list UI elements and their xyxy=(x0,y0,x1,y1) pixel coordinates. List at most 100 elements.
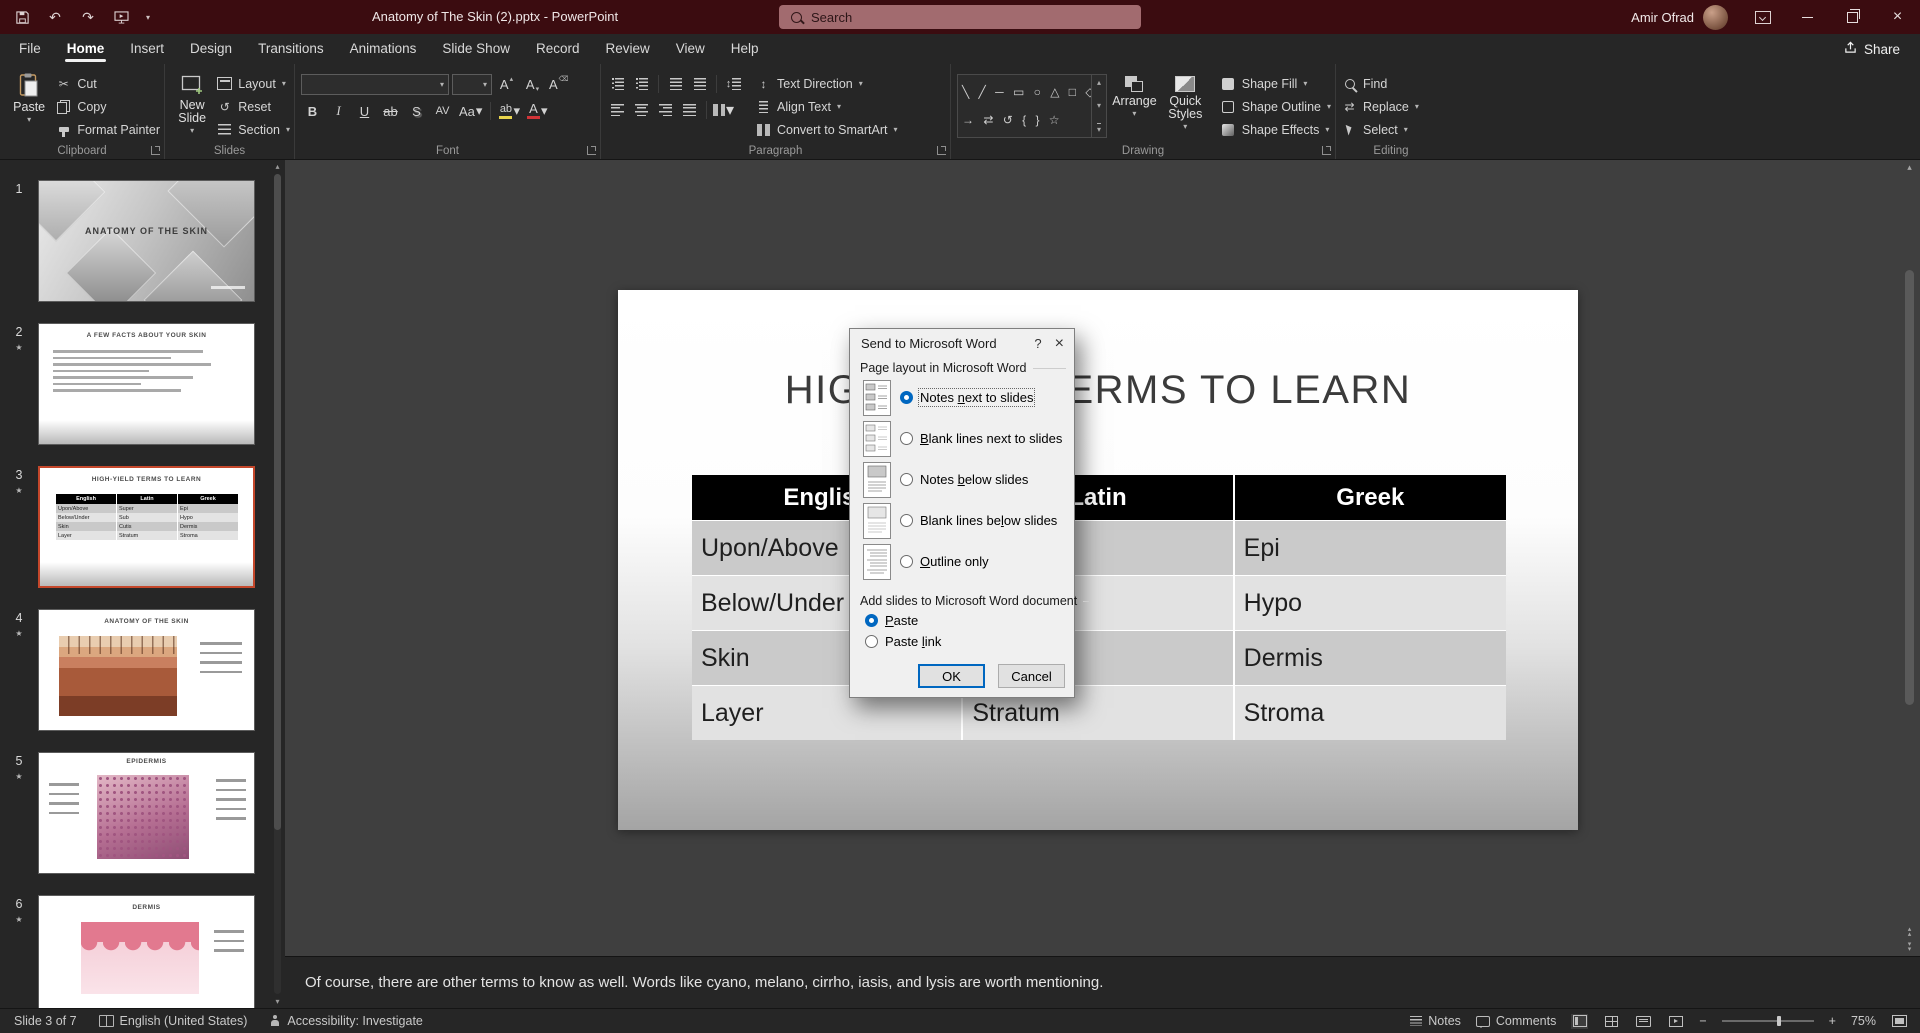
close-button[interactable]: × xyxy=(1875,0,1920,34)
font-name-combo[interactable]: ▾ xyxy=(301,74,449,95)
table-cell[interactable]: Dermis xyxy=(1235,630,1506,685)
thumbnails-scrollbar[interactable]: ▴ ▾ xyxy=(271,162,284,1006)
shrink-font-button[interactable]: A▾ xyxy=(521,75,544,95)
notes-pane[interactable]: Of course, there are other terms to know… xyxy=(285,956,1920,1008)
table-cell[interactable]: Stroma xyxy=(1235,685,1506,740)
reset-button[interactable]: ↺ Reset xyxy=(217,97,290,116)
scroll-up-icon[interactable]: ▴ xyxy=(1907,162,1912,173)
dialog-help-button[interactable]: ? xyxy=(1034,336,1041,351)
radio-label[interactable]: Paste link xyxy=(885,634,941,649)
gallery-more-icon[interactable]: ▾ xyxy=(1097,123,1101,134)
font-size-combo[interactable]: ▾ xyxy=(452,74,492,95)
layout-button[interactable]: Layout ▾ xyxy=(217,74,290,93)
replace-button[interactable]: ⇄ Replace ▾ xyxy=(1342,97,1419,116)
new-slide-button[interactable]: New Slide ▾ xyxy=(171,68,213,143)
notes-toggle-button[interactable]: Notes xyxy=(1410,1014,1461,1028)
text-direction-button[interactable]: ↕ Text Direction ▾ xyxy=(756,74,897,93)
shape-fill-button[interactable]: Shape Fill ▾ xyxy=(1221,74,1331,93)
zoom-slider-knob[interactable] xyxy=(1777,1016,1781,1026)
ribbon-display-options-button[interactable] xyxy=(1740,0,1785,34)
radio-label[interactable]: Blank lines below slides xyxy=(920,513,1057,528)
radio-blank-lines-below-slides[interactable] xyxy=(900,514,913,527)
convert-to-smartart-button[interactable]: Convert to SmartArt ▾ xyxy=(756,120,897,139)
clipboard-dialog-launcher-icon[interactable] xyxy=(151,146,160,155)
bold-button[interactable]: B xyxy=(301,101,324,121)
tab-design[interactable]: Design xyxy=(177,34,245,64)
table-header-cell[interactable]: Greek xyxy=(1235,475,1506,520)
option-outline-only[interactable]: Outline only xyxy=(863,541,1074,582)
customize-qat-chevron-icon[interactable]: ▾ xyxy=(146,13,150,22)
thumbnail-slide-6[interactable]: 6★ DERMIS xyxy=(0,895,285,1008)
font-dialog-launcher-icon[interactable] xyxy=(587,146,596,155)
align-center-button[interactable] xyxy=(631,100,652,120)
numbering-button[interactable] xyxy=(631,74,652,94)
decrease-indent-button[interactable] xyxy=(665,74,686,94)
canvas-scrollbar[interactable]: ▴ ▴▴ ▾▾ xyxy=(1902,162,1917,952)
slide-6-thumbnail[interactable]: DERMIS xyxy=(38,895,255,1008)
zoom-level[interactable]: 75% xyxy=(1851,1014,1876,1028)
current-slide[interactable]: HIGH-YIELD TERMS TO LEARN English Latin … xyxy=(618,290,1578,830)
underline-button[interactable]: U xyxy=(353,101,376,121)
next-slide-button[interactable]: ▾▾ xyxy=(1908,942,1912,952)
align-right-button[interactable] xyxy=(655,100,676,120)
thumbnail-slide-2[interactable]: 2★ A FEW FACTS ABOUT YOUR SKIN xyxy=(0,323,285,445)
reading-view-button[interactable] xyxy=(1635,1014,1652,1029)
notes-text[interactable]: Of course, there are other terms to know… xyxy=(305,974,1103,991)
share-button[interactable]: Share xyxy=(1844,41,1900,57)
slide-4-thumbnail[interactable]: ANATOMY OF THE SKIN xyxy=(38,609,255,731)
accessibility-button[interactable]: Accessibility: Investigate xyxy=(269,1014,422,1028)
thumbnail-slide-5[interactable]: 5★ EPIDERMIS xyxy=(0,752,285,874)
tab-help[interactable]: Help xyxy=(718,34,772,64)
format-painter-button[interactable]: Format Painter xyxy=(56,120,160,139)
dialog-titlebar[interactable]: Send to Microsoft Word ? × xyxy=(850,329,1074,353)
option-paste[interactable]: Paste xyxy=(865,612,1074,629)
zoom-in-button[interactable]: + xyxy=(1829,1014,1836,1028)
scroll-down-icon[interactable]: ▾ xyxy=(1097,101,1101,110)
tab-file[interactable]: File xyxy=(6,34,54,64)
radio-label[interactable]: Blank lines next to slides xyxy=(920,431,1062,446)
radio-notes-next-to-slides[interactable] xyxy=(900,391,913,404)
drawing-dialog-launcher-icon[interactable] xyxy=(1322,146,1331,155)
line-spacing-button[interactable]: ↕ xyxy=(723,74,744,94)
shape-effects-button[interactable]: Shape Effects ▾ xyxy=(1221,120,1331,139)
text-shadow-button[interactable]: S xyxy=(405,101,428,121)
font-color-button[interactable]: A▾ xyxy=(525,101,550,121)
bullets-button[interactable] xyxy=(607,74,628,94)
tab-animations[interactable]: Animations xyxy=(337,34,430,64)
option-notes-next-to-slides[interactable]: Notes next to slides xyxy=(863,377,1074,418)
undo-icon[interactable]: ↶ xyxy=(47,9,63,25)
clear-formatting-button[interactable]: A⌫ xyxy=(547,75,571,95)
align-left-button[interactable] xyxy=(607,100,628,120)
table-cell[interactable]: Epi xyxy=(1235,520,1506,575)
arrange-button[interactable]: Arrange ▾ xyxy=(1111,68,1158,143)
italic-button[interactable]: I xyxy=(327,101,350,121)
shapes-gallery-scrollbar[interactable]: ▴ ▾ ▾ xyxy=(1091,75,1106,137)
find-button[interactable]: Find xyxy=(1342,74,1419,93)
table-cell[interactable]: Hypo xyxy=(1235,575,1506,630)
language-button[interactable]: English (United States) xyxy=(99,1014,248,1028)
radio-label[interactable]: Paste xyxy=(885,613,918,628)
align-text-button[interactable]: Align Text ▾ xyxy=(756,97,897,116)
tab-transitions[interactable]: Transitions xyxy=(245,34,337,64)
tab-record[interactable]: Record xyxy=(523,34,593,64)
highlight-color-button[interactable]: ab▾ xyxy=(497,101,522,121)
scroll-up-icon[interactable]: ▴ xyxy=(275,162,279,171)
paste-button[interactable]: Paste ▾ xyxy=(6,68,52,143)
scroll-down-icon[interactable]: ▾ xyxy=(275,997,279,1006)
character-spacing-button[interactable]: AV xyxy=(431,101,454,121)
scrollbar-track[interactable] xyxy=(274,174,281,994)
section-button[interactable]: Section ▾ xyxy=(217,120,290,139)
account-button[interactable]: Amir Ofrad xyxy=(1631,5,1728,30)
option-blank-lines-below-slides[interactable]: Blank lines below slides xyxy=(863,500,1074,541)
option-notes-below-slides[interactable]: Notes below slides xyxy=(863,459,1074,500)
grow-font-button[interactable]: A▴ xyxy=(495,75,518,95)
zoom-slider[interactable] xyxy=(1722,1020,1814,1022)
radio-outline-only[interactable] xyxy=(900,555,913,568)
slide-indicator[interactable]: Slide 3 of 7 xyxy=(14,1014,77,1028)
thumbnail-slide-4[interactable]: 4★ ANATOMY OF THE SKIN xyxy=(0,609,285,731)
change-case-button[interactable]: Aa▾ xyxy=(457,101,484,121)
tab-review[interactable]: Review xyxy=(592,34,662,64)
increase-indent-button[interactable] xyxy=(689,74,710,94)
slideshow-icon[interactable] xyxy=(113,9,129,25)
scroll-up-icon[interactable]: ▴ xyxy=(1097,78,1101,87)
